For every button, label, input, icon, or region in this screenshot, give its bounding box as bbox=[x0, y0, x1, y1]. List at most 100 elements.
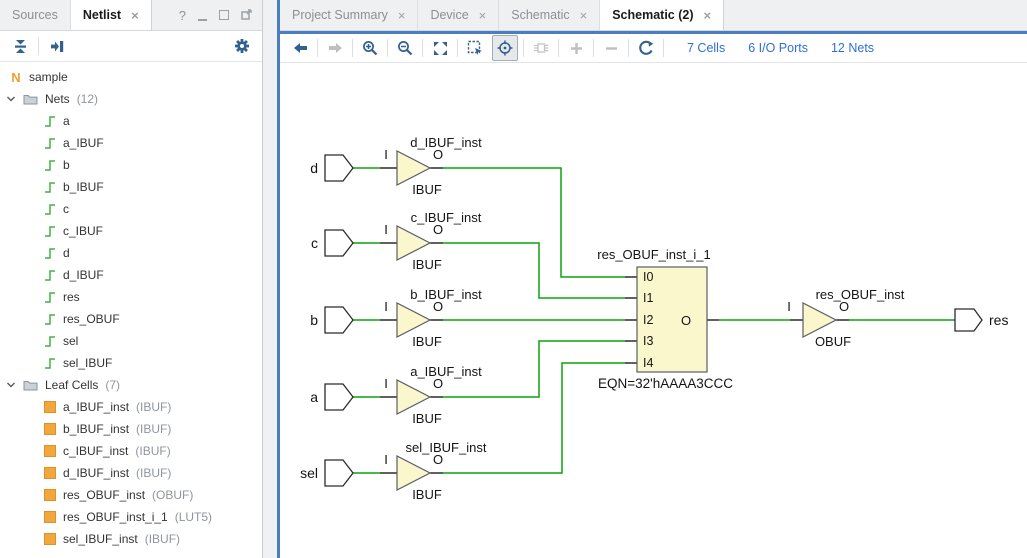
close-icon[interactable]: × bbox=[479, 8, 487, 23]
close-icon[interactable]: × bbox=[580, 8, 588, 23]
cell-type: (IBUF) bbox=[136, 466, 171, 480]
tree-net-sel[interactable]: sel bbox=[0, 330, 262, 352]
tree-net-c[interactable]: c bbox=[0, 198, 262, 220]
ref-label: IBUF bbox=[387, 183, 467, 196]
net-label: d bbox=[63, 246, 70, 260]
add-icon[interactable] bbox=[564, 36, 588, 60]
ref-label: IBUF bbox=[387, 258, 467, 271]
tree-cell-b_IBUF_inst[interactable]: b_IBUF_inst(IBUF) bbox=[0, 418, 262, 440]
tree-net-res[interactable]: res bbox=[0, 286, 262, 308]
tree-cell-d_IBUF_inst[interactable]: d_IBUF_inst(IBUF) bbox=[0, 462, 262, 484]
tab-sources[interactable]: Sources bbox=[0, 0, 71, 30]
port-sel[interactable] bbox=[325, 460, 353, 486]
cell-icon bbox=[44, 401, 56, 413]
stat-cells[interactable]: 7 Cells bbox=[687, 41, 725, 55]
tree-net-c_IBUF[interactable]: c_IBUF bbox=[0, 220, 262, 242]
net-icon bbox=[44, 313, 56, 325]
stat-nets[interactable]: 12 Nets bbox=[831, 41, 874, 55]
tree-net-b_IBUF[interactable]: b_IBUF bbox=[0, 176, 262, 198]
zoom-fit-icon[interactable] bbox=[428, 36, 452, 60]
lut-pin-i4: I4 bbox=[643, 357, 653, 370]
tree-cell-res_OBUF_inst[interactable]: res_OBUF_inst (OBUF) bbox=[0, 484, 262, 506]
lut-instance-label: res_OBUF_inst_i_1 bbox=[564, 248, 744, 261]
port-a[interactable] bbox=[325, 384, 353, 410]
cell-type: (OBUF) bbox=[152, 488, 193, 502]
maximize-icon[interactable] bbox=[219, 10, 229, 20]
tree-net-sel_IBUF[interactable]: sel_IBUF bbox=[0, 352, 262, 374]
pin-label-i: I bbox=[378, 453, 394, 466]
pin-label-o: O bbox=[430, 377, 446, 390]
pin-label-o: O bbox=[430, 300, 446, 313]
tree-cell-res_OBUF_inst_i_1[interactable]: res_OBUF_inst_i_1(LUT5) bbox=[0, 506, 262, 528]
forward-icon[interactable] bbox=[323, 36, 347, 60]
expand-connections-icon[interactable] bbox=[529, 36, 553, 60]
float-icon[interactable] bbox=[241, 8, 252, 23]
back-icon[interactable] bbox=[288, 36, 312, 60]
chevron-down-icon[interactable] bbox=[6, 94, 16, 104]
cell-type: (IBUF) bbox=[136, 400, 171, 414]
tree-net-res_OBUF[interactable]: res_OBUF bbox=[0, 308, 262, 330]
ref-label: IBUF bbox=[387, 335, 467, 348]
tab-schematic[interactable]: Schematic × bbox=[499, 0, 600, 30]
net-label: sel bbox=[63, 334, 78, 348]
stat-io-ports[interactable]: 6 I/O Ports bbox=[748, 41, 808, 55]
port-res[interactable] bbox=[955, 309, 982, 331]
tab-netlist-label: Netlist bbox=[83, 8, 121, 22]
regenerate-icon[interactable] bbox=[634, 36, 658, 60]
cell-d_IBUF_inst[interactable] bbox=[397, 151, 430, 185]
tree-net-a_IBUF[interactable]: a_IBUF bbox=[0, 132, 262, 154]
schematic-canvas[interactable]: d d_IBUF_inst I O IBUF c c_IBUF_inst I O… bbox=[280, 63, 1027, 558]
tree-net-d[interactable]: d bbox=[0, 242, 262, 264]
tree-net-b[interactable]: b bbox=[0, 154, 262, 176]
port-label-sel: sel bbox=[280, 466, 318, 480]
help-icon[interactable]: ? bbox=[179, 8, 186, 23]
tree-root[interactable]: N sample bbox=[0, 66, 262, 88]
settings-icon[interactable] bbox=[230, 34, 254, 58]
net-label: res bbox=[63, 290, 80, 304]
tab-device[interactable]: Device × bbox=[418, 0, 499, 30]
netlist-toolbar bbox=[0, 31, 262, 62]
cell-sel_IBUF_inst[interactable] bbox=[397, 456, 430, 490]
net-label: res_OBUF bbox=[63, 312, 120, 326]
zoom-out-icon[interactable] bbox=[393, 36, 417, 60]
tab-project-summary[interactable]: Project Summary × bbox=[280, 0, 418, 30]
cell-res_OBUF_inst[interactable] bbox=[803, 303, 836, 337]
autofit-selection-icon[interactable] bbox=[492, 35, 518, 61]
cell-c_IBUF_inst[interactable] bbox=[397, 226, 430, 260]
tree-folder-leaf-cells[interactable]: Leaf Cells (7) bbox=[0, 374, 262, 396]
lut-pin-i2: I2 bbox=[643, 314, 653, 327]
close-icon[interactable]: × bbox=[131, 8, 139, 23]
tree-cell-sel_IBUF_inst[interactable]: sel_IBUF_inst(IBUF) bbox=[0, 528, 262, 550]
cell-label: b_IBUF_inst bbox=[63, 422, 129, 436]
tab-netlist[interactable]: Netlist × bbox=[71, 0, 152, 30]
port-label-b: b bbox=[280, 313, 318, 327]
tree-root-label: sample bbox=[29, 70, 68, 84]
port-c[interactable] bbox=[325, 230, 353, 256]
chevron-down-icon[interactable] bbox=[6, 380, 16, 390]
tree-folder-nets[interactable]: Nets (12) bbox=[0, 88, 262, 110]
cell-label: a_IBUF_inst bbox=[63, 400, 129, 414]
cell-label: c_IBUF_inst bbox=[63, 444, 128, 458]
tree-net-d_IBUF[interactable]: d_IBUF bbox=[0, 264, 262, 286]
show-in-hierarchy-icon[interactable] bbox=[45, 34, 69, 58]
minimize-icon[interactable] bbox=[198, 10, 207, 21]
schematic-panel: Project Summary × Device × Schematic × S… bbox=[277, 0, 1027, 558]
tree-cell-c_IBUF_inst[interactable]: c_IBUF_inst(IBUF) bbox=[0, 440, 262, 462]
cell-a_IBUF_inst[interactable] bbox=[397, 380, 430, 414]
zoom-in-icon[interactable] bbox=[358, 36, 382, 60]
tab-schematic-2[interactable]: Schematic (2) × bbox=[600, 0, 724, 30]
tree-net-a[interactable]: a bbox=[0, 110, 262, 132]
remove-icon[interactable] bbox=[599, 36, 623, 60]
collapse-all-icon[interactable] bbox=[8, 34, 32, 58]
port-d[interactable] bbox=[325, 155, 353, 181]
close-icon[interactable]: × bbox=[398, 8, 406, 23]
cell-label: res_OBUF_inst bbox=[63, 488, 145, 502]
close-icon[interactable]: × bbox=[704, 8, 712, 23]
port-b[interactable] bbox=[325, 307, 353, 333]
zoom-selection-icon[interactable] bbox=[463, 36, 487, 60]
cell-b_IBUF_inst[interactable] bbox=[397, 303, 430, 337]
port-label-c: c bbox=[280, 236, 318, 250]
obuf-pin-i: I bbox=[781, 300, 797, 313]
net-icon bbox=[44, 335, 56, 347]
tree-cell-a_IBUF_inst[interactable]: a_IBUF_inst (IBUF) bbox=[0, 396, 262, 418]
